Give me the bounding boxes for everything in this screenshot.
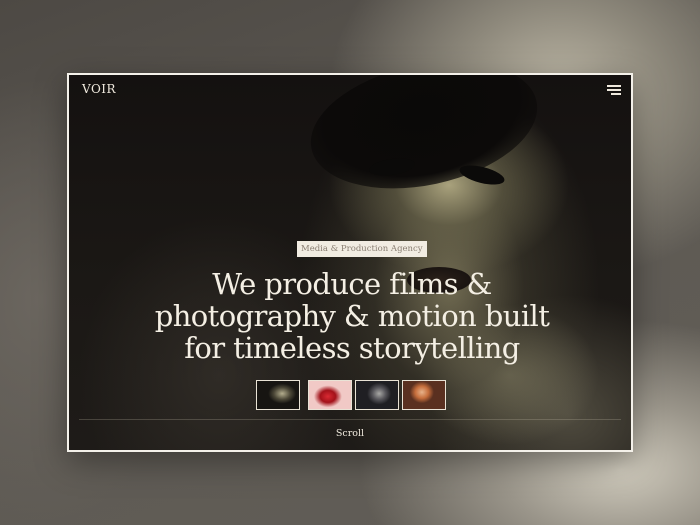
warm-portrait-thumbnail[interactable] (402, 380, 446, 410)
headline-line: We produce films & (212, 267, 492, 301)
scroll-link[interactable]: Scroll (69, 428, 631, 439)
red-product-thumbnail[interactable] (308, 380, 352, 410)
hero-photo-hair-shadow (299, 75, 549, 208)
hero-headline: We produce films & photography & motion … (129, 268, 575, 364)
headline-line: for timeless storytelling (184, 331, 520, 365)
portrait-thumbnail[interactable] (256, 380, 300, 410)
hamburger-menu-icon[interactable] (605, 84, 621, 96)
site-logo[interactable]: VOIR (82, 82, 116, 96)
headline-line: photography & motion built (154, 299, 550, 333)
category-tag: Media & Production Agency (297, 241, 427, 257)
website-preview-frame: VOIR Media & Production Agency We produc… (67, 73, 633, 452)
divider (79, 419, 621, 420)
monochrome-portrait-thumbnail[interactable] (355, 380, 399, 410)
